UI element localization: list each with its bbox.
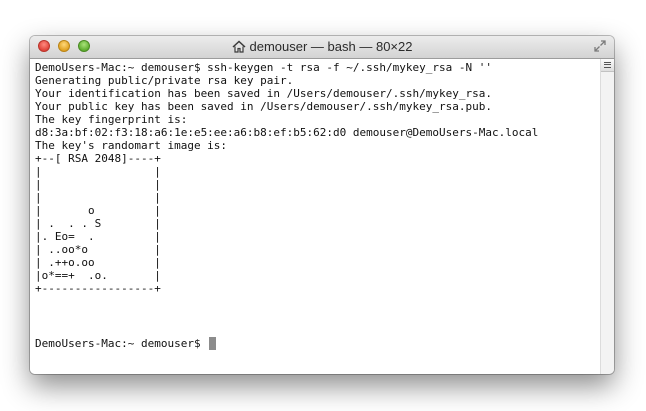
home-icon (232, 40, 246, 53)
prompt-text: DemoUsers-Mac:~ demouser$ (35, 337, 208, 350)
randomart-line: | o | (35, 204, 161, 217)
randomart-line: +--[ RSA 2048]----+ (35, 152, 161, 165)
terminal-history: DemoUsers-Mac:~ demouser$ ssh-keygen -t … (35, 61, 538, 295)
scroll-menu-button[interactable] (601, 59, 614, 72)
randomart-line: | . . . S | (35, 217, 161, 230)
randomart-line: | | (35, 191, 161, 204)
terminal-line: DemoUsers-Mac:~ demouser$ ssh-keygen -t … (35, 61, 492, 74)
terminal-output[interactable]: DemoUsers-Mac:~ demouser$ ssh-keygen -t … (30, 59, 600, 374)
randomart-line: | | (35, 178, 161, 191)
terminal-line: The key fingerprint is: (35, 113, 188, 126)
randomart-line: +-----------------+ (35, 282, 161, 295)
terminal-line: Generating public/private rsa key pair. (35, 74, 294, 87)
terminal-line: Your identification has been saved in /U… (35, 87, 492, 100)
terminal-line: d8:3a:bf:02:f3:18:a6:1e:e5:ee:a6:b8:ef:b… (35, 126, 539, 139)
vertical-scrollbar[interactable] (600, 59, 614, 374)
text-cursor (209, 337, 217, 350)
window-title-wrap: demouser — bash — 80×22 (30, 36, 614, 58)
terminal-window: demouser — bash — 80×22 DemoUsers-Mac:~ … (30, 36, 614, 374)
terminal-line: Your public key has been saved in /Users… (35, 100, 492, 113)
randomart-line: | | (35, 165, 161, 178)
scroll-menu-icon (604, 62, 611, 68)
terminal-line: The key's randomart image is: (35, 139, 228, 152)
title-bar[interactable]: demouser — bash — 80×22 (30, 36, 614, 59)
randomart-line: | ..oo*o | (35, 243, 161, 256)
command-prompt[interactable]: DemoUsers-Mac:~ demouser$ (35, 337, 217, 350)
fullscreen-icon[interactable] (594, 40, 606, 52)
randomart-line: |o*==+ .o. | (35, 269, 161, 282)
randomart-line: |. Eo= . | (35, 230, 161, 243)
window-title: demouser — bash — 80×22 (249, 39, 413, 54)
randomart-line: | .++o.oo | (35, 256, 161, 269)
